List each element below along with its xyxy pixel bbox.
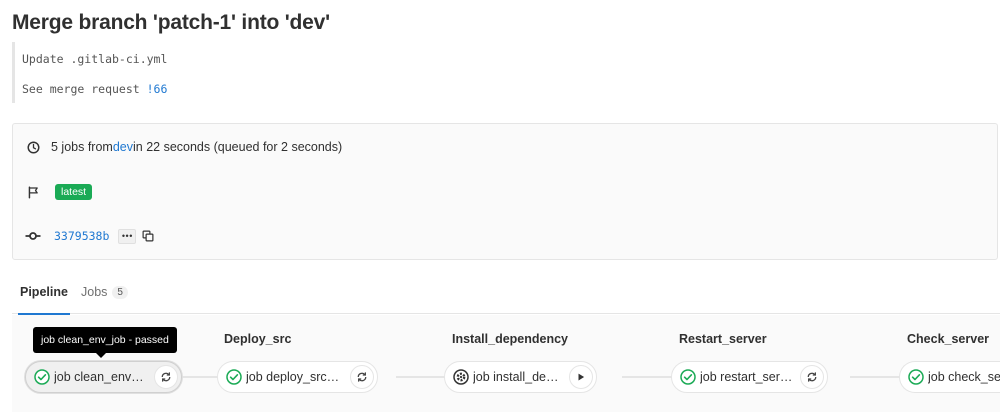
- tab-pipeline[interactable]: Pipeline: [18, 285, 70, 315]
- pipeline-duration-row: 5 jobs from dev in 22 seconds (queued fo…: [25, 139, 342, 155]
- jobs-count-text: 5 jobs from: [51, 140, 113, 154]
- job-tooltip: job clean_env_job - passed: [33, 327, 177, 358]
- job-name: job install_dependency: [473, 370, 565, 384]
- status-success-icon: [226, 369, 242, 385]
- job-deploy-src[interactable]: job deploy_src_job: [217, 361, 378, 393]
- stage-connector: [182, 376, 218, 378]
- job-name: job check_server: [928, 370, 1000, 384]
- clock-icon: [25, 139, 41, 155]
- commit-sha-row: 3379538b •••: [25, 228, 156, 244]
- stage-title: Deploy_src: [224, 332, 292, 346]
- stage-connector: [850, 376, 902, 378]
- commit-message: Update .gitlab-ci.yml See merge request …: [12, 42, 998, 103]
- tab-label: Jobs: [81, 285, 108, 299]
- commit-message-text: See merge request: [22, 82, 147, 96]
- jobs-count-badge: 5: [112, 285, 128, 299]
- commit-message-line: See merge request !66: [22, 82, 167, 96]
- tab-jobs[interactable]: Jobs 5: [81, 285, 128, 299]
- job-name: job restart_server: [700, 370, 796, 384]
- job-clean-env[interactable]: job clean_env_job: [25, 361, 182, 393]
- show-more-button[interactable]: •••: [118, 228, 137, 244]
- pipeline-info-panel: 5 jobs from dev in 22 seconds (queued fo…: [12, 123, 998, 260]
- pipeline-tabs: Pipeline Jobs 5: [12, 278, 1000, 315]
- stage-title: Check_server: [907, 332, 990, 346]
- copy-icon[interactable]: [140, 228, 156, 244]
- job-check-server[interactable]: job check_server: [899, 361, 1000, 393]
- stage-title: Restart_server: [679, 332, 767, 346]
- pipeline-badges-row: latest: [25, 184, 93, 200]
- retry-icon[interactable]: [800, 365, 824, 389]
- commit-icon: [25, 228, 41, 244]
- stage-connector: [622, 376, 674, 378]
- latest-badge: latest: [55, 184, 93, 200]
- play-icon[interactable]: [569, 365, 593, 389]
- job-install-dependency[interactable]: job install_dependency: [444, 361, 597, 393]
- job-name: job clean_env_job: [54, 370, 150, 384]
- stage-connector: [396, 376, 446, 378]
- commit-message-line: Update .gitlab-ci.yml: [22, 52, 168, 66]
- status-success-icon: [680, 369, 696, 385]
- status-success-icon: [34, 369, 50, 385]
- retry-icon[interactable]: [350, 365, 374, 389]
- merge-request-link[interactable]: !66: [147, 82, 168, 96]
- commit-sha-link[interactable]: 3379538b: [54, 229, 109, 243]
- commit-title: Merge branch 'patch-1' into 'dev': [12, 11, 330, 34]
- branch-link[interactable]: dev: [113, 140, 133, 154]
- retry-icon[interactable]: [154, 365, 178, 389]
- flag-icon: [25, 184, 41, 200]
- job-restart-server[interactable]: job restart_server: [671, 361, 828, 393]
- job-name: job deploy_src_job: [246, 370, 346, 384]
- status-manual-icon: [453, 369, 469, 385]
- stage-title: Install_dependency: [452, 332, 569, 346]
- tab-label: Pipeline: [20, 285, 68, 299]
- duration-text: in 22 seconds (queued for 2 seconds): [133, 140, 343, 154]
- status-success-icon: [908, 369, 924, 385]
